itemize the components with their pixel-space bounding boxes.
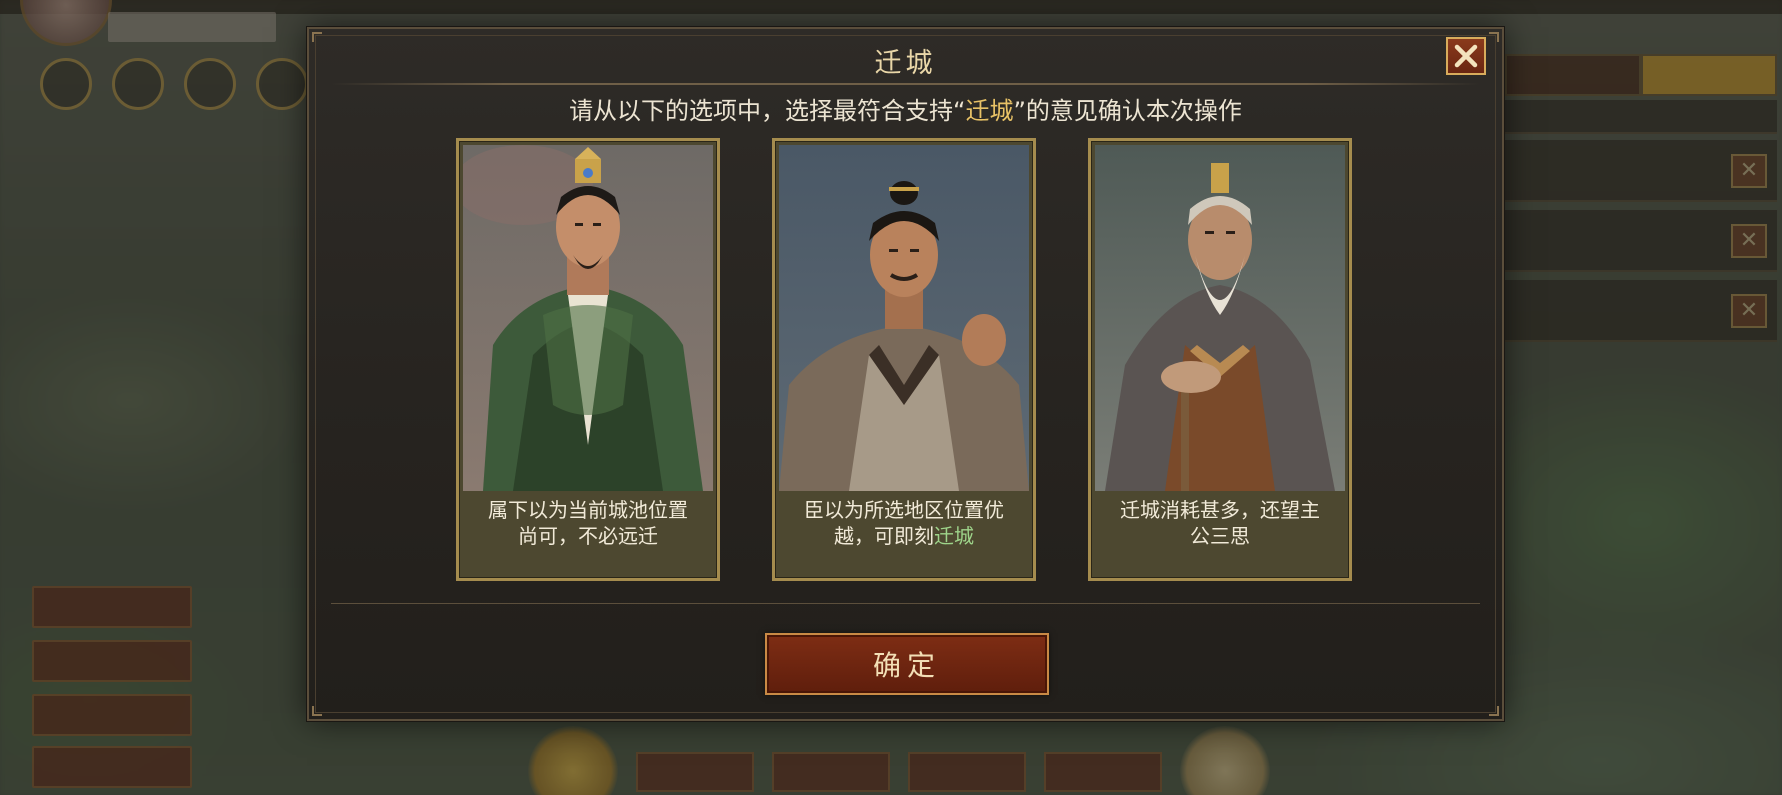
option-caption: 属下以为当前城池位置 尚可，不必远迁	[465, 497, 711, 549]
relocate-city-dialog: 迁城 请从以下的选项中，选择最符合支持“迁城”的意见确认本次操作 属下以为当前城…	[307, 27, 1504, 721]
caption-line: 尚可，不必远迁	[518, 524, 658, 548]
instruction-text: 请从以下的选项中，选择最符合支持“迁城”的意见确认本次操作	[309, 91, 1502, 126]
caption-text: 越，可即刻	[834, 524, 934, 548]
confirm-button[interactable]: 确定	[765, 633, 1049, 695]
caption-line: 臣以为所选地区位置优	[804, 498, 1004, 522]
footer-divider	[331, 603, 1480, 604]
option-card-relocate[interactable]: 臣以为所选地区位置优 越，可即刻迁城	[772, 138, 1036, 581]
option-caption: 臣以为所选地区位置优 越，可即刻迁城	[781, 497, 1027, 549]
caption-line: 越，可即刻迁城	[781, 523, 1027, 549]
frame-corner	[312, 706, 322, 716]
dialog-title: 迁城	[874, 48, 937, 79]
close-button[interactable]	[1446, 37, 1486, 75]
instruction-prefix: 请从以下的选项中，选择最符合支持“	[569, 97, 966, 125]
official-gray-robe-portrait	[779, 145, 1029, 491]
instruction-highlight: 迁城	[965, 97, 1014, 125]
instruction-suffix: ”的意见确认本次操作	[1013, 97, 1242, 125]
caption-line: 公三思	[1190, 524, 1250, 548]
advisor-green-robe-portrait	[463, 145, 713, 491]
caption-highlight: 迁城	[934, 524, 974, 548]
close-x-icon	[1454, 44, 1478, 68]
option-caption: 迁城消耗甚多，还望主 公三思	[1097, 497, 1343, 549]
caption-line: 属下以为当前城池位置	[488, 498, 688, 522]
option-card-stay[interactable]: 属下以为当前城池位置 尚可，不必远迁	[456, 138, 720, 581]
caption-line: 迁城消耗甚多，还望主	[1120, 498, 1320, 522]
option-card-reconsider[interactable]: 迁城消耗甚多，还望主 公三思	[1088, 138, 1352, 581]
title-divider	[331, 83, 1480, 85]
elder-with-cane-portrait	[1095, 145, 1345, 491]
advisor-options: 属下以为当前城池位置 尚可，不必远迁 臣以为所选地区位置优 越，可即刻迁城 迁城…	[456, 138, 1352, 581]
frame-corner	[1489, 706, 1499, 716]
